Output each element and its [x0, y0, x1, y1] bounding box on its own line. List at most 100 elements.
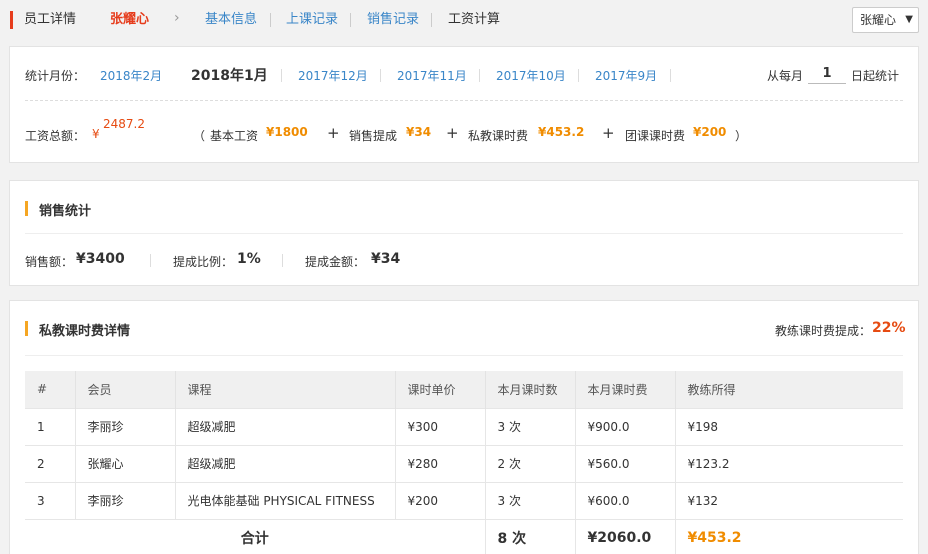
sales-amount-value: ¥3400 — [76, 251, 125, 267]
table-row: 2 张耀心 超级减肥 ¥280 2 次 ¥560.0 ¥123.2 — [25, 444, 903, 482]
month-divider — [578, 69, 579, 82]
tab-divider — [350, 13, 351, 27]
tab-sales-records[interactable]: 销售记录 — [367, 12, 419, 28]
row-number: 2 — [25, 444, 75, 482]
unit-price: ¥200 — [394, 481, 485, 519]
total-salary-value: 2487.2 — [103, 117, 145, 131]
divider — [25, 233, 903, 234]
table-header-row: # 会员 课程 课时单价 本月课时数 本月课时费 教练所得 — [25, 371, 903, 408]
tab-divider — [431, 13, 432, 27]
group-fee-value: ¥200 — [693, 125, 727, 139]
commission-amount-label: 提成金额： — [305, 255, 366, 269]
row-number: 1 — [25, 407, 75, 445]
commission-amount-value: ¥34 — [371, 251, 401, 267]
month-option-selected[interactable]: 2018年1月 — [191, 65, 268, 85]
private-class-table: # 会员 课程 课时单价 本月课时数 本月课时费 教练所得 1 李丽珍 超级减肥… — [25, 371, 903, 554]
currency-symbol: ¥ — [92, 127, 100, 141]
row-number: 3 — [25, 481, 75, 519]
start-day-suffix: 日起统计 — [851, 69, 900, 83]
base-salary-value: ¥1800 — [266, 125, 308, 139]
month-label: 统计月份： — [25, 69, 86, 83]
table-total-row: 合计 8 次 ¥2060.0 ¥453.2 — [25, 518, 903, 554]
section-accent-bar — [25, 321, 28, 336]
table-row: 3 李丽珍 光电体能基础 PHYSICAL FITNESS ¥200 3 次 ¥… — [25, 481, 903, 519]
month-option[interactable]: 2017年12月 — [298, 67, 368, 84]
title-accent-bar — [10, 11, 13, 29]
column-header: 本月课时数 — [484, 371, 575, 408]
sales-commission-value: ¥34 — [406, 125, 432, 139]
sales-amount-label: 销售额： — [25, 255, 74, 269]
total-count: 8 次 — [484, 518, 575, 554]
plus-sign: + — [602, 124, 615, 142]
employee-name: 张耀心 — [110, 12, 150, 27]
start-day-label: 从每月 — [767, 69, 804, 83]
course-name: 光电体能基础 PHYSICAL FITNESS — [174, 481, 395, 519]
divider — [25, 355, 903, 356]
sales-stats-card: 销售统计 销售额： ¥3400 提成比例： 1% 提成金额： ¥34 — [9, 180, 919, 286]
chevron-right-icon: › — [174, 10, 180, 26]
commission-ratio-label: 提成比例： — [173, 255, 234, 269]
month-option[interactable]: 2017年9月 — [595, 67, 657, 84]
coach-rate-label: 教练课时费提成： — [775, 324, 872, 338]
salary-summary-card: 统计月份： 2018年2月 2018年1月 2017年12月 2017年11月 … — [9, 46, 919, 163]
column-header: 课程 — [174, 371, 395, 408]
month-option[interactable]: 2017年11月 — [397, 67, 467, 84]
coach-rate-value: 22% — [872, 320, 906, 336]
total-earning: ¥453.2 — [674, 518, 903, 554]
column-header: 本月课时费 — [574, 371, 675, 408]
stat-divider — [282, 254, 283, 267]
month-option[interactable]: 2017年10月 — [496, 67, 566, 84]
start-day-input[interactable] — [808, 64, 846, 84]
tab-basic-info[interactable]: 基本信息 — [205, 12, 257, 28]
employee-select[interactable]: 张耀心 ▼ — [852, 7, 919, 33]
total-salary-label: 工资总额： — [25, 129, 86, 143]
class-count: 3 次 — [484, 407, 575, 445]
month-selector-row: 统计月份： 2018年2月 2018年1月 2017年12月 2017年11月 … — [25, 64, 903, 85]
private-fee-label: 私教课时费 — [468, 129, 529, 143]
member-name: 李丽珍 — [74, 481, 175, 519]
class-count: 3 次 — [484, 481, 575, 519]
course-name: 超级减肥 — [174, 407, 395, 445]
plus-sign: + — [446, 124, 459, 142]
column-header: # — [25, 371, 75, 408]
private-class-fee-card: 私教课时费详情 教练课时费提成： 22% # 会员 课程 课时单价 本月课时数 … — [9, 300, 919, 554]
total-fee: ¥2060.0 — [574, 518, 675, 554]
dashed-divider — [25, 100, 903, 101]
page-title: 员工详情 — [24, 12, 77, 27]
class-count: 2 次 — [484, 444, 575, 482]
private-fee-value: ¥453.2 — [538, 125, 585, 139]
section-title: 私教课时费详情 — [39, 324, 131, 339]
table-row: 1 李丽珍 超级减肥 ¥300 3 次 ¥900.0 ¥198 — [25, 407, 903, 445]
top-nav: 员工详情 张耀心 › 基本信息 上课记录 销售记录 工资计算 张耀心 ▼ — [0, 0, 928, 40]
column-header: 会员 — [74, 371, 175, 408]
month-divider — [479, 69, 480, 82]
dropdown-arrow-icon: ▼ — [905, 14, 913, 25]
coach-earning: ¥132 — [674, 481, 903, 519]
course-name: 超级减肥 — [174, 444, 395, 482]
column-header: 课时单价 — [394, 371, 485, 408]
section-title: 销售统计 — [39, 204, 92, 219]
paren-close: ） — [735, 129, 748, 143]
section-accent-bar — [25, 201, 28, 216]
tab-salary-calc[interactable]: 工资计算 — [448, 12, 500, 28]
base-salary-label: 基本工资 — [210, 129, 259, 143]
unit-price: ¥280 — [394, 444, 485, 482]
sales-commission-label: 销售提成 — [349, 129, 398, 143]
coach-earning: ¥123.2 — [674, 444, 903, 482]
group-fee-label: 团课课时费 — [625, 129, 686, 143]
member-name: 张耀心 — [74, 444, 175, 482]
tab-divider — [270, 13, 271, 27]
stat-divider — [150, 254, 151, 267]
month-option[interactable]: 2018年2月 — [100, 67, 162, 84]
salary-breakdown-row: 工资总额： ¥ 2487.2 （ 基本工资 ¥1800 + 销售提成 ¥34 +… — [25, 117, 905, 147]
unit-price: ¥300 — [394, 407, 485, 445]
class-fee: ¥900.0 — [574, 407, 675, 445]
tab-class-records[interactable]: 上课记录 — [286, 12, 338, 28]
column-header: 教练所得 — [674, 371, 903, 408]
class-fee: ¥600.0 — [574, 481, 675, 519]
employee-select-value: 张耀心 — [860, 13, 897, 27]
member-name: 李丽珍 — [74, 407, 175, 445]
total-label: 合计 — [25, 518, 485, 554]
class-fee: ¥560.0 — [574, 444, 675, 482]
month-divider — [281, 69, 282, 82]
